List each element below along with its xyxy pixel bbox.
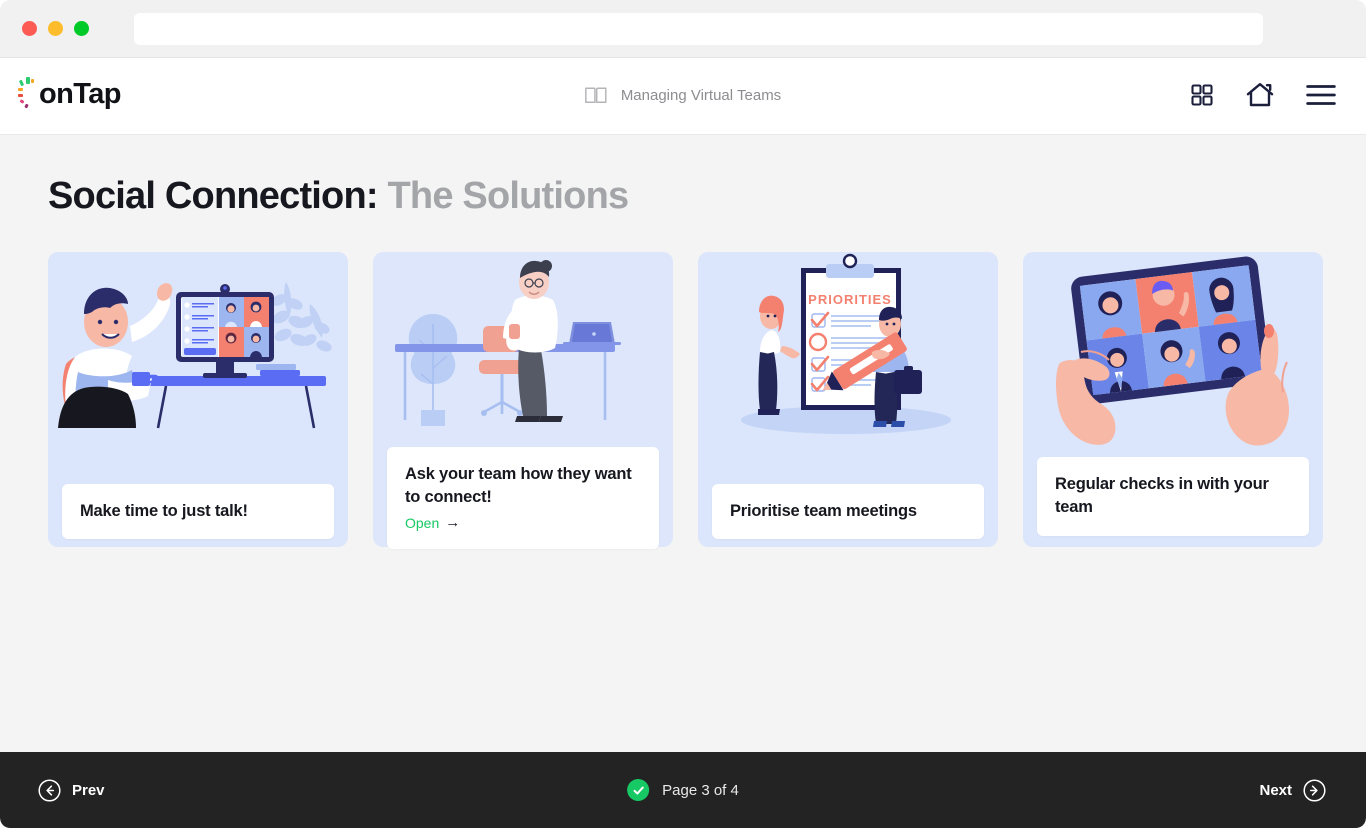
card-label: Prioritise team meetings xyxy=(712,484,984,540)
solution-card[interactable]: Regular checks in with your team xyxy=(1023,252,1323,547)
app-header: onTap Managing Virtual Teams xyxy=(0,58,1366,135)
arrow-right-circle-icon xyxy=(1303,778,1326,802)
card-title: Make time to just talk! xyxy=(80,502,248,520)
card-illustration-tablet-video-grid xyxy=(1023,252,1323,452)
solution-cards: Make time to just talk! Ask your team ho… xyxy=(48,252,1323,549)
header-actions xyxy=(1190,82,1336,108)
card-title: Ask your team how they want to connect! xyxy=(405,465,632,507)
menu-icon[interactable] xyxy=(1306,84,1336,106)
arrow-right-icon: → xyxy=(445,514,461,532)
svg-text:PRIORITIES: PRIORITIES xyxy=(808,292,892,307)
next-label: Next xyxy=(1259,781,1292,799)
minimize-window-button[interactable] xyxy=(48,21,63,36)
card-illustration-woman-standing-desk-laptop xyxy=(373,252,673,452)
window-controls xyxy=(22,21,89,36)
page-title: Social Connection: The Solutions xyxy=(48,175,630,218)
open-link-label: Open xyxy=(405,514,440,531)
card-label: Regular checks in with your team xyxy=(1037,457,1309,536)
close-window-button[interactable] xyxy=(22,21,37,36)
slide-footer: Prev Page 3 of 4 Next xyxy=(0,752,1366,828)
card-title: Prioritise team meetings xyxy=(730,502,917,520)
solution-card[interactable]: Make time to just talk! xyxy=(48,252,348,547)
prev-button[interactable]: Prev xyxy=(38,778,105,802)
address-bar[interactable] xyxy=(134,13,1263,45)
browser-window: onTap Managing Virtual Teams Social Conn… xyxy=(0,0,1366,828)
browser-toolbar xyxy=(0,0,1366,58)
card-open-link[interactable]: Open → xyxy=(405,515,460,531)
solution-card[interactable]: PRIORITIES Prioritise team meetings xyxy=(698,252,998,547)
slide-content: Social Connection: The Solutions Make ti… xyxy=(0,135,1366,752)
page-title-primary: Social Connection: xyxy=(48,175,379,217)
card-label: Ask your team how they want to connect! … xyxy=(387,447,659,549)
card-illustration-priorities-clipboard: PRIORITIES xyxy=(698,252,998,452)
page-title-secondary: The Solutions xyxy=(387,175,630,217)
open-book-icon xyxy=(585,86,607,104)
ontap-logo[interactable]: onTap xyxy=(18,77,121,111)
page-indicator: Page 3 of 4 xyxy=(627,779,739,801)
home-icon[interactable] xyxy=(1246,82,1274,108)
check-circle-icon xyxy=(627,779,650,801)
logo-text: onTap xyxy=(39,78,121,110)
prev-label: Prev xyxy=(72,781,105,799)
arrow-left-circle-icon xyxy=(38,778,61,802)
grid-icon[interactable] xyxy=(1190,83,1214,107)
solution-card[interactable]: Ask your team how they want to connect! … xyxy=(373,252,673,549)
maximize-window-button[interactable] xyxy=(74,21,89,36)
card-title: Regular checks in with your team xyxy=(1055,475,1269,517)
page-label: Page 3 of 4 xyxy=(662,781,739,799)
card-illustration-man-waving-video-call xyxy=(48,252,348,452)
next-button[interactable]: Next xyxy=(1259,778,1326,802)
course-title: Managing Virtual Teams xyxy=(620,86,782,104)
course-breadcrumb: Managing Virtual Teams xyxy=(585,86,781,104)
logo-dots-icon xyxy=(18,77,40,111)
card-label: Make time to just talk! xyxy=(62,484,334,540)
